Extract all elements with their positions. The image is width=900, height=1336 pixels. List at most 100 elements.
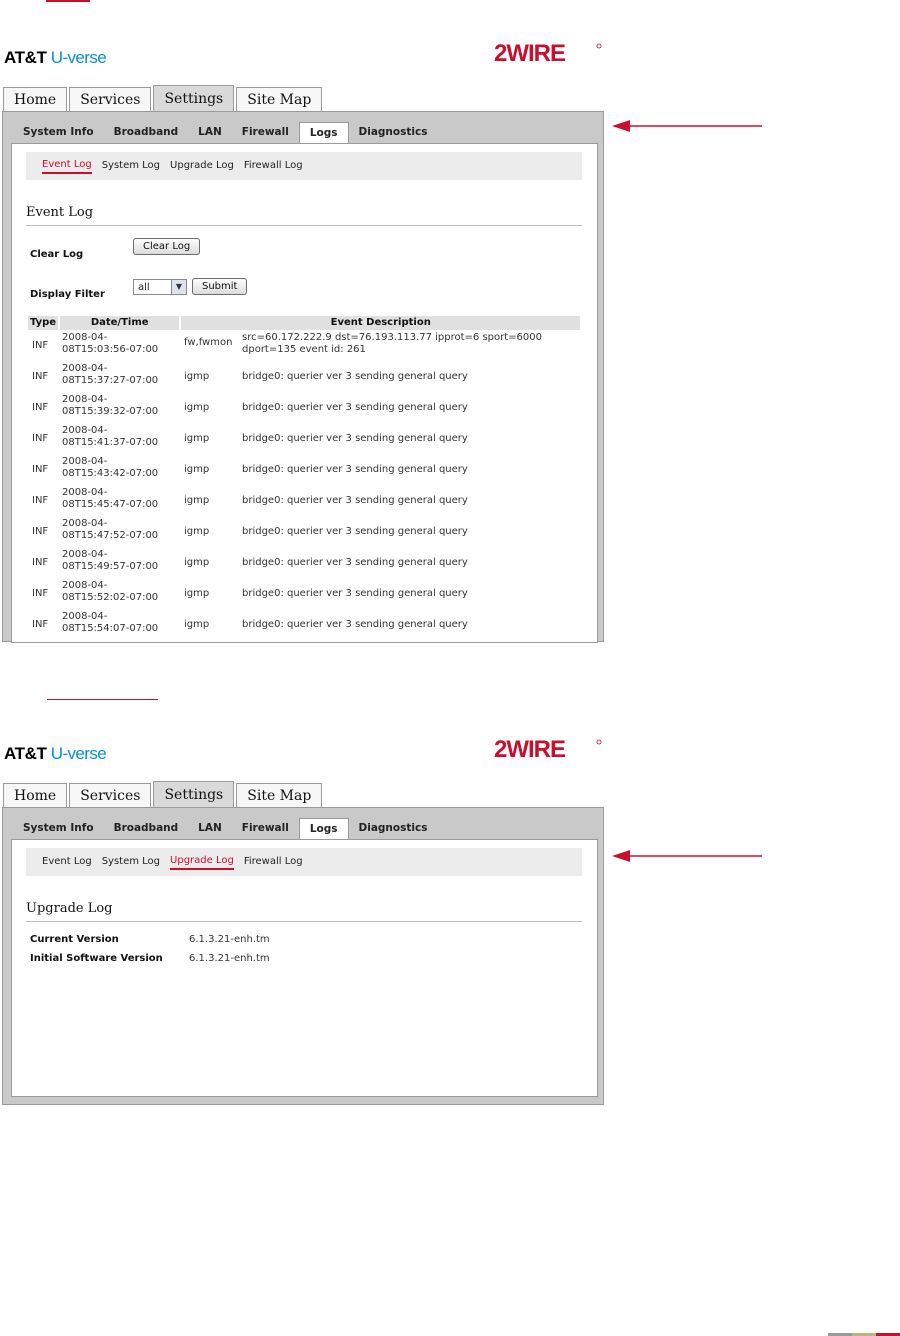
tab-home[interactable]: Home [3, 783, 68, 807]
event-description: bridge0: querier ver 3 sending general q… [242, 526, 572, 538]
title-divider [26, 921, 582, 922]
table-row: INF 2008-04- 08T15:43:42-07:00 igmp bridge0:… [28, 456, 582, 484]
event-description-line1: bridge0: querier ver 3 sending general q… [242, 619, 468, 630]
event-date-line1: 2008-04- [62, 518, 108, 529]
subtab-logs[interactable]: Logs [298, 122, 349, 144]
top-red-rule [46, 0, 90, 2]
table-row: INF 2008-04- 08T15:41:37-07:00 igmp bridge0:… [28, 425, 582, 453]
table-row: INF 2008-04- 08T15:45:47-07:00 igmp bridge0:… [28, 487, 582, 515]
event-date-line2: 08T15:39:32-07:00 [62, 406, 159, 417]
table-row: INF 2008-04- 08T15:39:32-07:00 igmp bridge0:… [28, 394, 582, 422]
log-link-firewall-log[interactable]: Firewall Log [244, 160, 303, 173]
event-description-line1: src=60.172.222.9 dst=76.193.113.77 ippro… [242, 332, 543, 343]
log-link-upgrade-log[interactable]: Upgrade Log [170, 855, 234, 870]
event-type: INF [32, 433, 49, 444]
event-date-line1: 2008-04- [62, 580, 108, 591]
event-description: bridge0: querier ver 3 sending general q… [242, 464, 572, 476]
log-link-upgrade-log[interactable]: Upgrade Log [170, 160, 234, 173]
event-type: INF [32, 371, 49, 382]
submit-button[interactable]: Submit [192, 278, 248, 295]
log-link-event-log[interactable]: Event Log [42, 856, 92, 869]
event-module: igmp [184, 495, 210, 506]
event-date: 2008-04- 08T15:43:42-07:00 [62, 456, 182, 480]
initial-version-value: 6.1.3.21-enh.tm [189, 953, 270, 964]
event-description: bridge0: querier ver 3 sending general q… [242, 557, 572, 569]
table-row: INF 2008-04- 08T15:54:07-07:00 igmp bridge0:… [28, 611, 582, 639]
subtab-system-info[interactable]: System Info [13, 122, 104, 143]
display-filter-select[interactable]: all ▼ [133, 279, 187, 295]
event-module: igmp [184, 433, 210, 444]
subtab-lan[interactable]: LAN [188, 818, 232, 839]
event-description-line1: bridge0: querier ver 3 sending general q… [242, 402, 468, 413]
event-module: igmp [184, 619, 210, 630]
svg-text:2WIRE: 2WIRE [494, 738, 566, 760]
event-type: INF [32, 526, 49, 537]
tab-site-map[interactable]: Site Map [236, 87, 323, 111]
event-description: bridge0: querier ver 3 sending general q… [242, 433, 572, 445]
event-date-line2: 08T15:37:27-07:00 [62, 375, 159, 386]
event-description: bridge0: querier ver 3 sending general q… [242, 588, 572, 600]
event-date: 2008-04- 08T15:49:57-07:00 [62, 549, 182, 573]
subtab-diagnostics[interactable]: Diagnostics [349, 818, 438, 839]
logs-panel: Event Log System Log Upgrade Log Firewal… [11, 143, 598, 643]
col-type: Type [28, 316, 58, 330]
event-date-line2: 08T15:03:56-07:00 [62, 344, 159, 355]
subtab-firewall[interactable]: Firewall [232, 122, 299, 143]
subtab-logs[interactable]: Logs [298, 818, 349, 840]
event-date-line1: 2008-04- [62, 611, 108, 622]
settings-frame: System Info Broadband LAN Firewall Logs … [2, 111, 604, 643]
settings-subtabs: System Info Broadband LAN Firewall Logs … [13, 818, 437, 840]
subtab-lan[interactable]: LAN [188, 122, 232, 143]
event-description: bridge0: querier ver 3 sending general q… [242, 371, 572, 383]
tab-settings[interactable]: Settings [153, 85, 235, 111]
event-date-line1: 2008-04- [62, 425, 108, 436]
event-module: igmp [184, 464, 210, 475]
log-link-system-log[interactable]: System Log [102, 856, 160, 869]
arrow-left-icon [612, 120, 762, 132]
event-date-line2: 08T15:43:42-07:00 [62, 468, 159, 479]
initial-version-label: Initial Software Version [30, 953, 163, 964]
event-date-line2: 08T15:47:52-07:00 [62, 530, 159, 541]
event-date: 2008-04- 08T15:45:47-07:00 [62, 487, 182, 511]
initial-version-row: Initial Software Version 6.1.3.21-enh.tm [30, 953, 270, 964]
log-link-event-log[interactable]: Event Log [42, 159, 92, 174]
table-row: INF 2008-04- 08T15:52:02-07:00 igmp bridge0:… [28, 580, 582, 608]
subtab-broadband[interactable]: Broadband [104, 818, 189, 839]
subtab-system-info[interactable]: System Info [13, 818, 104, 839]
event-module: igmp [184, 557, 210, 568]
event-date: 2008-04- 08T15:47:52-07:00 [62, 518, 182, 542]
subtab-diagnostics[interactable]: Diagnostics [349, 122, 438, 143]
tab-site-map[interactable]: Site Map [236, 783, 323, 807]
event-type: INF [32, 495, 49, 506]
settings-frame: System Info Broadband LAN Firewall Logs … [2, 807, 604, 1105]
subtab-broadband[interactable]: Broadband [104, 122, 189, 143]
tab-settings[interactable]: Settings [153, 781, 235, 807]
chevron-down-icon[interactable]: ▼ [171, 280, 186, 294]
col-event-description: Event Description [181, 316, 580, 330]
event-type: INF [32, 557, 49, 568]
display-filter-label: Display Filter [30, 289, 105, 300]
display-filter-value: all [138, 282, 150, 293]
table-row: INF 2008-04- 08T15:37:27-07:00 igmp bridge0:… [28, 363, 582, 391]
event-description-line1: bridge0: querier ver 3 sending general q… [242, 371, 468, 382]
event-description: src=60.172.222.9 dst=76.193.113.77 ippro… [242, 332, 572, 356]
tab-services[interactable]: Services [69, 783, 152, 807]
event-date-line2: 08T15:52:02-07:00 [62, 592, 159, 603]
clear-log-label: Clear Log [30, 249, 84, 260]
2wire-logo: 2WIRE [494, 738, 602, 760]
main-tabs: Home Services Settings Site Map [3, 781, 324, 807]
subtab-firewall[interactable]: Firewall [232, 818, 299, 839]
event-date-line2: 08T15:45:47-07:00 [62, 499, 159, 510]
event-description: bridge0: querier ver 3 sending general q… [242, 402, 572, 414]
logs-panel: Event Log System Log Upgrade Log Firewal… [11, 839, 598, 1097]
event-type: INF [32, 588, 49, 599]
log-link-firewall-log[interactable]: Firewall Log [244, 856, 303, 869]
tab-services[interactable]: Services [69, 87, 152, 111]
page-title: Upgrade Log [26, 901, 113, 916]
log-link-system-log[interactable]: System Log [102, 160, 160, 173]
clear-log-button[interactable]: Clear Log [133, 238, 201, 255]
table-row: INF 2008-04- 08T15:49:57-07:00 igmp bridge0:… [28, 549, 582, 577]
tab-home[interactable]: Home [3, 87, 68, 111]
title-divider [26, 225, 582, 226]
event-module: igmp [184, 402, 210, 413]
